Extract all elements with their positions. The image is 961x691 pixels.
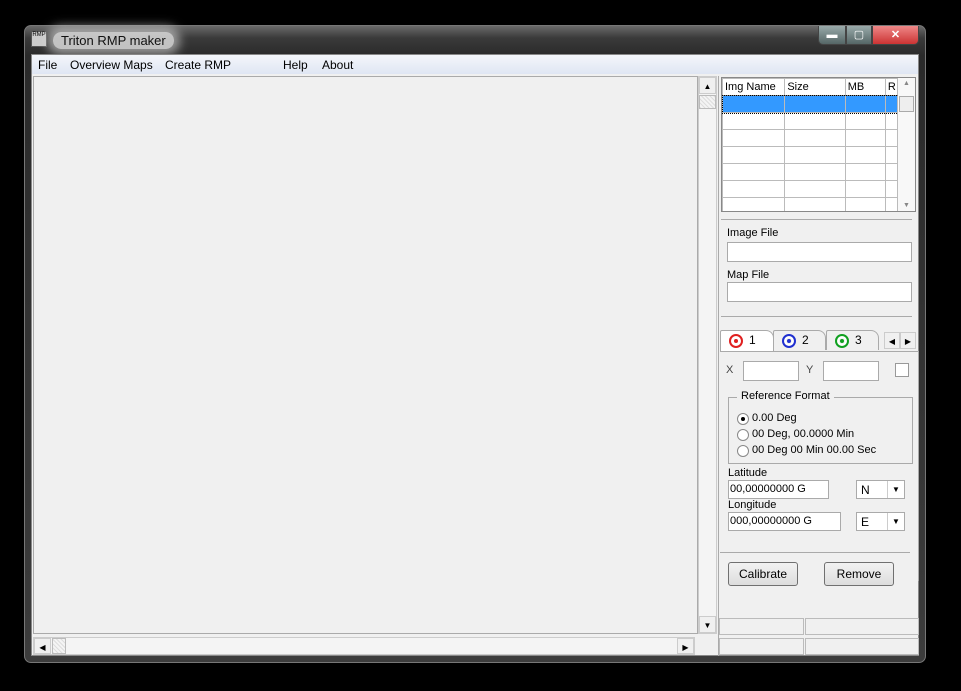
y-label: Y (806, 364, 814, 376)
menu-bar: File Overview Maps Create RMP Help About (32, 55, 918, 74)
menu-help[interactable]: Help (283, 58, 308, 72)
right-panel: Img Name Size MB R ▲ ▼ Image File Map Fi… (718, 76, 919, 656)
image-file-label: Image File (727, 227, 779, 239)
tab-label: 2 (802, 333, 809, 347)
chevron-down-icon: ▼ (887, 513, 904, 530)
table-row[interactable] (722, 197, 899, 211)
tab-panel: X Y Reference Format 0.00 Deg 00 Deg, 00… (720, 351, 919, 581)
table-row[interactable] (722, 146, 899, 164)
tab-scroll-right-icon[interactable]: ▶ (900, 332, 916, 349)
table-row[interactable] (722, 163, 899, 181)
latitude-hemisphere-select[interactable]: N ▼ (856, 480, 905, 499)
map-file-label: Map File (727, 269, 770, 281)
menu-about[interactable]: About (322, 58, 353, 72)
scroll-left-icon[interactable]: ◀ (34, 638, 51, 654)
tab-label: 1 (749, 333, 756, 347)
menu-file[interactable]: File (38, 58, 57, 72)
reference-format-group: Reference Format 0.00 Deg 00 Deg, 00.000… (728, 390, 913, 464)
tab-scroll-left-icon[interactable]: ◀ (884, 332, 900, 349)
minimize-button[interactable]: ▬ (818, 26, 846, 45)
scroll-up-icon[interactable]: ▲ (898, 80, 915, 87)
scroll-right-icon[interactable]: ▶ (677, 638, 694, 654)
status-cell (805, 638, 919, 655)
target-icon (835, 334, 849, 348)
map-canvas[interactable] (33, 76, 698, 634)
scroll-up-icon[interactable]: ▲ (699, 77, 716, 94)
calibrate-button[interactable]: Calibrate (728, 562, 798, 586)
longitude-input[interactable]: 000,00000000 G (728, 512, 841, 531)
latitude-input[interactable]: 00,00000000 G (728, 480, 829, 499)
horizontal-scrollbar[interactable]: ◀ ▶ (33, 637, 695, 655)
table-scroll-thumb[interactable] (899, 96, 914, 112)
client-area: File Overview Maps Create RMP Help About… (31, 54, 919, 656)
col-size[interactable]: Size (784, 78, 846, 96)
map-file-input[interactable] (727, 282, 912, 302)
vertical-scrollbar[interactable]: ▲ ▼ (698, 76, 717, 634)
divider (721, 316, 912, 317)
point-tabs: 1 2 3 ◀ ▶ (719, 330, 919, 351)
latitude-hemisphere-value: N (861, 483, 870, 497)
reference-format-title: Reference Format (737, 390, 834, 402)
radio-deg-min-sec-label[interactable]: 00 Deg 00 Min 00.00 Sec (752, 444, 876, 456)
longitude-hemisphere-value: E (861, 515, 870, 529)
window-title: Triton RMP maker (53, 32, 174, 49)
menu-overview-maps[interactable]: Overview Maps (70, 58, 153, 72)
image-file-input[interactable] (727, 242, 912, 262)
table-row[interactable] (722, 129, 899, 147)
table-row[interactable] (722, 112, 899, 130)
radio-deg-label[interactable]: 0.00 Deg (752, 412, 797, 424)
status-cell (805, 618, 919, 635)
latitude-label: Latitude (728, 467, 768, 479)
tab-label: 3 (855, 333, 862, 347)
scroll-thumb-h[interactable] (52, 638, 66, 654)
longitude-label: Longitude (728, 499, 777, 511)
table-row[interactable] (722, 94, 899, 114)
radio-deg[interactable] (737, 413, 749, 425)
target-icon (782, 334, 796, 348)
close-button[interactable]: ✕ (872, 26, 919, 45)
point-checkbox[interactable] (895, 363, 909, 377)
radio-deg-min-label[interactable]: 00 Deg, 00.0000 Min (752, 428, 854, 440)
col-img-name[interactable]: Img Name (722, 78, 786, 96)
table-row[interactable] (722, 180, 899, 198)
divider (720, 552, 910, 553)
tab-point-1[interactable]: 1 (720, 330, 774, 351)
table-scrollbar[interactable]: ▲ ▼ (898, 78, 915, 211)
x-label: X (726, 364, 734, 376)
longitude-hemisphere-select[interactable]: E ▼ (856, 512, 905, 531)
image-table: Img Name Size MB R ▲ ▼ (721, 77, 916, 212)
tab-point-2[interactable]: 2 (773, 330, 826, 350)
scroll-down-icon[interactable]: ▼ (699, 616, 716, 633)
menu-create-rmp[interactable]: Create RMP (165, 58, 231, 72)
divider (721, 219, 912, 220)
scroll-thumb[interactable] (699, 95, 716, 109)
status-cell (719, 638, 804, 655)
app-icon: RMP (31, 31, 47, 47)
radio-deg-min-sec[interactable] (737, 445, 749, 457)
x-input[interactable] (743, 361, 799, 381)
scroll-down-icon[interactable]: ▼ (898, 202, 915, 209)
status-cell (719, 618, 804, 635)
remove-button[interactable]: Remove (824, 562, 894, 586)
chevron-down-icon: ▼ (887, 481, 904, 498)
target-icon (729, 334, 743, 348)
y-input[interactable] (823, 361, 879, 381)
radio-deg-min[interactable] (737, 429, 749, 441)
col-r[interactable]: R (884, 78, 899, 96)
tab-point-3[interactable]: 3 (826, 330, 879, 350)
maximize-button[interactable]: ▢ (846, 26, 872, 45)
col-mb[interactable]: MB (844, 78, 886, 96)
